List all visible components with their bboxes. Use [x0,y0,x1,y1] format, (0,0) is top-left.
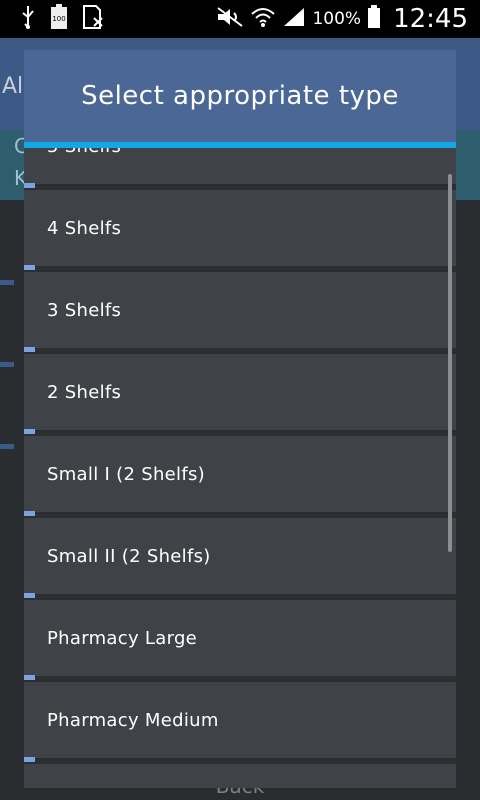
item-divider-mark [24,757,35,762]
list-item-label: 2 Shelfs [47,381,122,403]
list-item-label: 3 Shelfs [47,299,122,321]
signal-icon [282,6,306,32]
battery-100-icon: 100 [50,4,68,34]
background-header-text: Al [2,74,24,99]
item-divider-mark [24,593,35,598]
item-divider-mark [24,347,35,352]
scrollbar[interactable] [448,174,452,552]
item-divider-mark [24,265,35,270]
item-divider-mark [24,511,35,516]
list-item-small-ii[interactable]: Small II (2 Shelfs) [24,518,456,600]
mute-icon [216,6,244,32]
type-list[interactable]: 5 Shelfs 4 Shelfs 3 Shelfs 2 Shelfs Smal… [24,148,456,788]
wifi-icon [250,6,276,32]
item-divider-mark [24,675,35,680]
list-item-pharmacy-large[interactable]: Pharmacy Large [24,600,456,682]
background-divider [0,280,14,285]
list-item-2-shelfs[interactable]: 2 Shelfs [24,354,456,436]
list-item-small-i[interactable]: Small I (2 Shelfs) [24,436,456,518]
usb-icon [20,5,36,33]
dialog-title: Select appropriate type [24,50,456,142]
battery-icon [367,5,381,33]
list-item-3-shelfs[interactable]: 3 Shelfs [24,272,456,354]
background-divider [0,444,14,449]
no-sim-icon [82,4,104,34]
list-item-pharmacy-medium[interactable]: Pharmacy Medium [24,682,456,764]
clock: 12:45 [393,4,468,34]
list-item-label: Small II (2 Shelfs) [47,545,211,567]
battery-badge-text: 100 [52,15,65,23]
list-item-label: Small I (2 Shelfs) [47,463,205,485]
list-item-5-shelfs[interactable]: 5 Shelfs [24,148,456,190]
list-item-label: Pharmacy Medium [47,709,219,731]
list-item-label: 4 Shelfs [47,217,122,239]
background-divider [0,362,14,367]
battery-percent: 100% [312,9,362,29]
item-divider-mark [24,429,35,434]
item-divider-mark [24,183,35,188]
type-selection-dialog: Select appropriate type 5 Shelfs 4 Shelf… [24,50,456,788]
list-item-4-shelfs[interactable]: 4 Shelfs [24,190,456,272]
list-item-label: 5 Shelfs [47,148,121,157]
list-item-label: Pharmacy Large [47,627,198,649]
status-bar: 100 100% 12:45 [0,0,480,38]
